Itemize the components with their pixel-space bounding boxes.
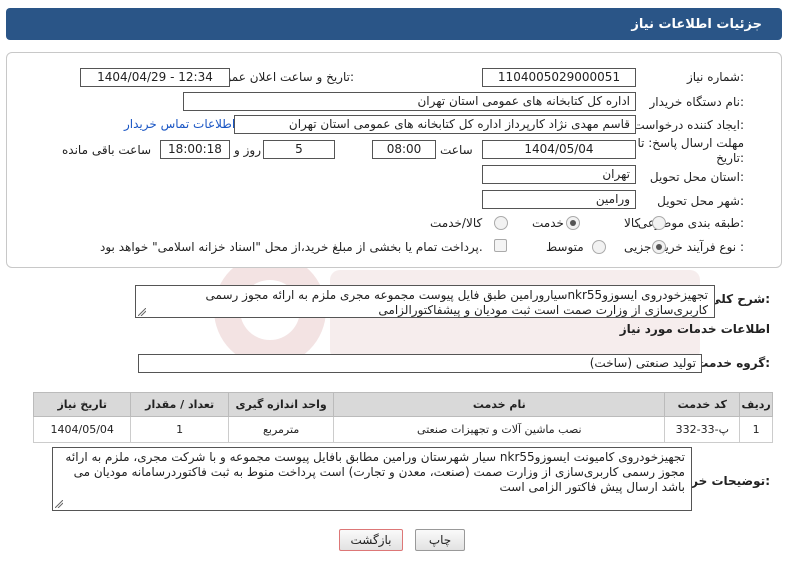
requester-label: ایجاد کننده درخواست: xyxy=(633,118,744,132)
col-service-name-header: نام خدمت xyxy=(333,392,666,417)
announce-datetime-field[interactable]: 1404/04/29 - 12:34 xyxy=(80,68,230,87)
category-radio-goods-service[interactable] xyxy=(494,216,508,230)
cell-row-number: 1 xyxy=(739,416,773,443)
buyer-notes-text[interactable]: تجهیزخودروی کامیونت ایسوزوnkr55 سیار شهر… xyxy=(52,447,692,511)
deadline-time-field[interactable]: 08:00 xyxy=(372,140,436,159)
remaining-time-field[interactable]: 18:00:18 xyxy=(160,140,230,159)
province-field[interactable]: تهران xyxy=(482,165,636,184)
service-group-field[interactable]: تولید صنعتی (ساخت) xyxy=(138,354,702,373)
purchase-option-minor: جزیی xyxy=(624,240,652,254)
resize-handle-icon[interactable] xyxy=(55,500,63,508)
city-label: شهر محل تحویل: xyxy=(657,194,744,208)
resize-handle-icon[interactable] xyxy=(138,308,146,316)
requester-field[interactable]: قاسم مهدی نژاد کارپرداز اداره کل کتابخان… xyxy=(234,115,636,134)
service-group-label: گروه خدمت: xyxy=(696,356,770,370)
services-section-title: اطلاعات خدمات مورد نیاز xyxy=(619,322,770,336)
deadline-date-field[interactable]: 1404/05/04 xyxy=(482,140,636,159)
col-quantity-header: تعداد / مقدار xyxy=(130,392,229,417)
treasury-checkbox[interactable] xyxy=(494,239,507,252)
need-number-label: شماره نیاز: xyxy=(686,70,744,84)
treasury-note: پرداخت تمام یا بخشی از مبلغ خرید،از محل … xyxy=(100,240,483,254)
table-row: 1 پ-33-332 نصب ماشین آلات و تجهیزات صنعت… xyxy=(32,416,773,443)
announce-datetime-label: تاریخ و ساعت اعلان عمومی: xyxy=(209,70,354,84)
remaining-days-field[interactable]: 5 xyxy=(263,140,335,159)
summary-text[interactable]: تجهیزخودروی ایسوزوnkr55سیارورامین طبق فا… xyxy=(135,285,715,318)
page-header: جزئیات اطلاعات نیاز xyxy=(6,8,782,40)
days-label: روز و xyxy=(234,143,261,157)
back-button[interactable]: بازگشت xyxy=(339,529,403,551)
buyer-org-label: نام دستگاه خریدار: xyxy=(649,95,745,109)
province-label: استان محل تحویل: xyxy=(649,170,744,184)
category-option-goods: کالا xyxy=(624,216,641,230)
buyer-contact-link[interactable]: اطلاعات تماس خریدار xyxy=(124,117,235,131)
purchase-radio-minor[interactable] xyxy=(652,240,666,254)
deadline-label: مهلت ارسال پاسخ: تا تاریخ: xyxy=(637,136,744,165)
category-radio-service[interactable] xyxy=(566,216,580,230)
col-need-date-header: تاریخ نیاز xyxy=(32,392,132,417)
cell-unit: مترمربع xyxy=(227,416,335,443)
purchase-radio-medium[interactable] xyxy=(592,240,606,254)
col-row-header: ردیف xyxy=(739,392,773,417)
remaining-time-label: ساعت باقی مانده xyxy=(62,143,152,157)
deadline-time-label: ساعت xyxy=(440,143,473,157)
buyer-org-field[interactable]: اداره کل کتابخانه های عمومی استان تهران xyxy=(183,92,636,111)
purchase-option-medium: متوسط xyxy=(546,240,584,254)
print-button[interactable]: چاپ xyxy=(415,529,465,551)
category-option-goods-service: کالا/خدمت xyxy=(430,216,483,230)
category-radio-goods[interactable] xyxy=(652,216,666,230)
city-field[interactable]: ورامین xyxy=(482,190,636,209)
cell-service-code: پ-33-332 xyxy=(664,416,741,443)
table-header-row: ردیف کد خدمت نام خدمت واحد اندازه گیری ت… xyxy=(32,392,773,417)
category-option-service: خدمت xyxy=(532,216,564,230)
col-service-code-header: کد خدمت xyxy=(664,392,741,417)
cell-need-date: 1404/05/04 xyxy=(32,416,132,443)
cell-service-name: نصب ماشین آلات و تجهیزات صنعتی xyxy=(333,416,666,443)
services-table: ردیف کد خدمت نام خدمت واحد اندازه گیری ت… xyxy=(32,392,773,443)
page-title: جزئیات اطلاعات نیاز xyxy=(631,16,762,32)
purchase-type-label: نوع فرآیند خرید : xyxy=(659,240,744,254)
cell-quantity: 1 xyxy=(130,416,229,443)
col-unit-header: واحد اندازه گیری xyxy=(227,392,335,417)
need-number-field[interactable]: 1104005029000051 xyxy=(482,68,636,87)
